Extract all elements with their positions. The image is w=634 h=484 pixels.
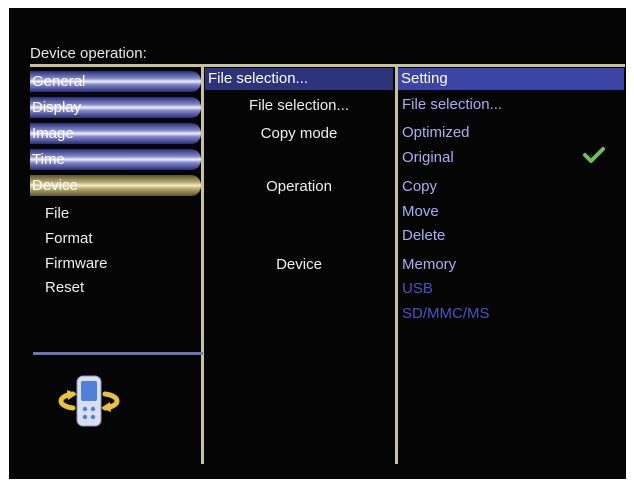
device-rotate-icon: [53, 372, 125, 435]
option-file-selection[interactable]: File selection...: [402, 96, 502, 113]
label-device: Device: [276, 256, 322, 273]
submenu-item-file[interactable]: File: [45, 205, 69, 222]
device-screen: Device operation: General Display Image …: [9, 8, 626, 479]
option-delete[interactable]: Delete: [402, 227, 445, 244]
middle-column-header: File selection...: [205, 68, 393, 90]
tab-display[interactable]: Display: [30, 97, 201, 118]
tab-time[interactable]: Time: [30, 149, 201, 170]
tab-image[interactable]: Image: [30, 123, 201, 144]
label-file-selection: File selection...: [248, 97, 350, 114]
submenu-item-format[interactable]: Format: [45, 230, 93, 247]
tab-device[interactable]: Device: [30, 175, 201, 196]
option-original[interactable]: Original: [402, 149, 454, 166]
right-column-header: Setting: [398, 68, 624, 90]
option-usb[interactable]: USB: [402, 280, 433, 297]
option-optimized[interactable]: Optimized: [402, 124, 470, 141]
left-separator: [33, 352, 203, 355]
option-memory[interactable]: Memory: [402, 256, 456, 273]
column-divider-left: [201, 64, 204, 464]
label-copy-mode: Copy mode: [260, 125, 338, 142]
label-operation: Operation: [266, 178, 332, 195]
option-copy[interactable]: Copy: [402, 178, 437, 195]
column-divider-right: [395, 64, 398, 464]
page-title: Device operation:: [30, 45, 147, 62]
tab-general[interactable]: General: [30, 71, 201, 92]
checkmark-icon: [583, 146, 605, 169]
option-sd-mmc-ms[interactable]: SD/MMC/MS: [402, 305, 490, 322]
submenu-item-firmware[interactable]: Firmware: [45, 255, 108, 272]
top-divider: [30, 64, 625, 67]
submenu-item-reset[interactable]: Reset: [45, 279, 84, 296]
option-move[interactable]: Move: [402, 203, 439, 220]
